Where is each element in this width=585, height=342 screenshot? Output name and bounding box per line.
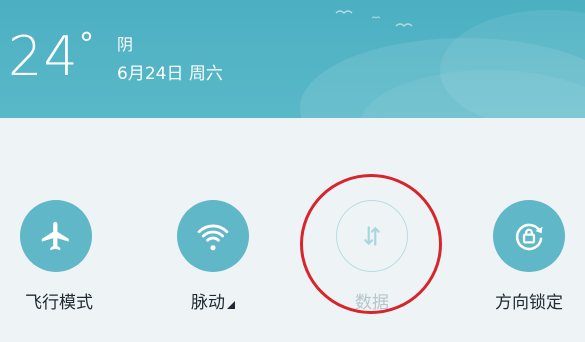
toggle-wifi-label-text: 脉动 <box>191 293 225 313</box>
weather-date: 6月24日 周六 <box>117 64 223 84</box>
temperature: 24 <box>8 25 79 88</box>
quick-toggles: 飞行模式 脉动 数据 方向锁定 <box>0 118 585 342</box>
toggle-wifi[interactable]: 脉动 <box>143 200 283 320</box>
toggle-wifi-button[interactable] <box>177 200 249 272</box>
expand-caret-icon[interactable] <box>227 301 235 309</box>
weather-condition: 阴 <box>117 35 134 54</box>
toggle-airplane-mode-button[interactable] <box>20 200 92 272</box>
wifi-icon <box>197 224 229 251</box>
toggle-airplane-mode-label: 飞行模式 <box>25 293 93 313</box>
data-arrows-icon <box>364 226 380 246</box>
weather-header[interactable]: 24 ° 阴 6月24日 周六 <box>0 0 585 118</box>
toggle-rotation-lock[interactable]: 方向锁定 <box>459 200 585 320</box>
airplane-icon <box>41 221 69 251</box>
toggle-rotation-lock-button[interactable] <box>493 200 565 272</box>
temperature-unit: ° <box>79 27 94 62</box>
toggle-mobile-data-button[interactable] <box>336 200 408 272</box>
toggle-rotation-lock-label: 方向锁定 <box>495 293 563 313</box>
toggle-mobile-data-label: 数据 <box>355 293 389 313</box>
rotation-lock-icon <box>515 223 543 251</box>
toggle-mobile-data[interactable]: 数据 <box>302 200 442 320</box>
control-center: 24 ° 阴 6月24日 周六 飞行模式 脉动 数据 方向锁定 <box>0 0 585 342</box>
toggle-airplane-mode[interactable]: 飞行模式 <box>0 200 129 320</box>
toggle-wifi-label: 脉动 <box>143 288 283 313</box>
